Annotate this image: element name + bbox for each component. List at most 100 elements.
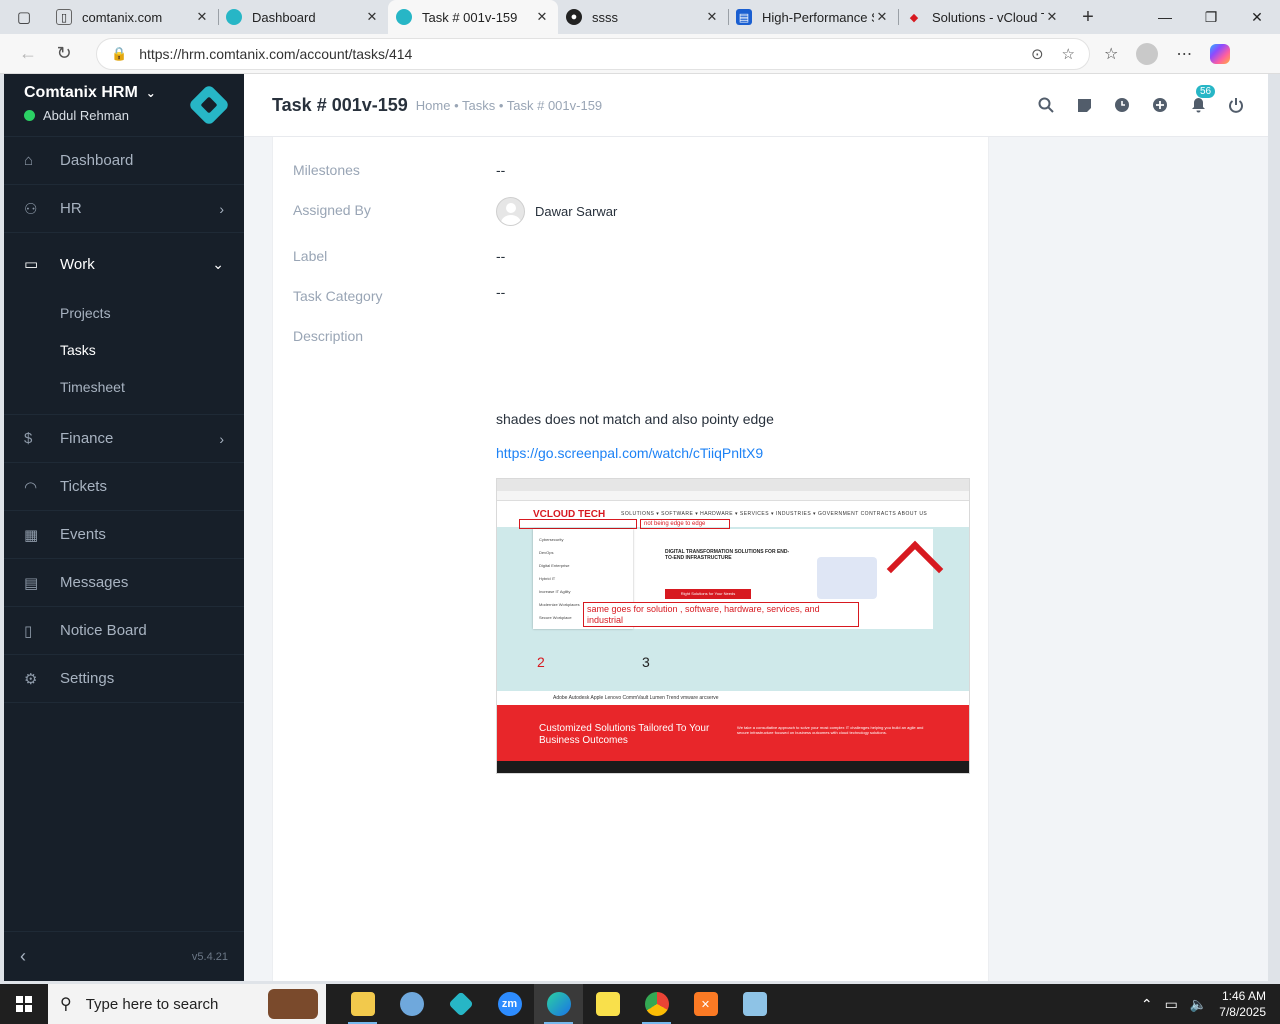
comtanix-icon <box>226 9 242 25</box>
tab-label: Dashboard <box>252 9 316 25</box>
shot-menu-item: DevOps <box>539 550 554 555</box>
chevron-up-icon[interactable]: ⌃ <box>1141 996 1153 1013</box>
shot-stat: 3 <box>642 654 650 670</box>
power-icon[interactable] <box>1228 97 1244 113</box>
shot-banner-text: We take a consultative approach to solve… <box>737 725 924 735</box>
comtanix-icon <box>396 9 412 25</box>
clock[interactable]: 1:46 AM 7/8/2025 <box>1219 988 1266 1020</box>
system-tray: ⌃ ▭ 🔈 1:46 AM 7/8/2025 <box>1141 988 1280 1020</box>
close-icon[interactable]: ✕ <box>534 9 550 25</box>
shot-stat: 2 <box>537 654 545 670</box>
sidebar-item-tickets[interactable]: ◠ Tickets <box>4 463 244 511</box>
url-text: https://hrm.comtanix.com/account/tasks/4… <box>139 45 413 62</box>
close-window-icon[interactable]: ✕ <box>1234 9 1280 26</box>
notification-bell-icon[interactable]: 56 <box>1190 85 1216 113</box>
search-placeholder: Type here to search <box>85 995 219 1013</box>
clock-icon[interactable] <box>1114 97 1130 113</box>
sidebar-subitem-timesheet[interactable]: Timesheet <box>4 369 244 406</box>
sidebar-header: Comtanix HRM ⌄ Abdul Rehman <box>4 74 244 137</box>
add-icon[interactable] <box>1152 97 1168 113</box>
field-label: Assigned By <box>293 202 371 218</box>
sidebar-item-hr[interactable]: ⚇ HR › <box>4 185 244 233</box>
zoom-icon[interactable]: zm <box>485 984 534 1024</box>
assignee-name: Dawar Sarwar <box>535 204 618 219</box>
more-menu-icon[interactable]: ⋯ <box>1176 44 1192 64</box>
address-bar-row: ← ↻ 🔒 https://hrm.comtanix.com/account/t… <box>0 34 1280 74</box>
copilot-icon[interactable] <box>1210 43 1231 64</box>
sticky-note-icon[interactable] <box>1076 97 1092 113</box>
sidebar-item-label: Work <box>60 255 95 273</box>
brand-name: Comtanix HRM <box>24 84 138 101</box>
comtanix-app-icon[interactable] <box>436 984 485 1024</box>
users-icon: ⚇ <box>24 200 38 218</box>
description-screenshot[interactable]: VCLOUD TECH SOLUTIONS ▾ SOFTWARE ▾ HARDW… <box>496 478 970 774</box>
browser-tab[interactable]: ▤ High-Performance S ✕ <box>728 0 898 34</box>
shot-button: Right Solutions for Your Needs <box>665 589 751 599</box>
taskbar-search[interactable]: ⚲ Type here to search <box>48 984 326 1024</box>
breadcrumb[interactable]: Home • Tasks • Task # 001v-159 <box>416 98 602 113</box>
collapse-sidebar-icon[interactable]: ‹ <box>20 946 26 967</box>
tab-actions-icon[interactable]: ▢ <box>0 0 48 34</box>
close-icon[interactable]: ✕ <box>364 9 380 25</box>
briefcase-icon: ▭ <box>24 256 39 273</box>
close-icon[interactable]: ✕ <box>704 9 720 25</box>
back-icon[interactable]: ← <box>10 43 46 64</box>
chevron-down-icon: ⌄ <box>212 255 224 272</box>
reader-icon[interactable]: ⊙ <box>1031 45 1044 63</box>
close-icon[interactable]: ✕ <box>1044 9 1060 25</box>
sidebar-item-work[interactable]: ▭ Work ⌄ <box>4 233 244 295</box>
user-avatar-icon <box>496 197 525 226</box>
shot-annotation-box <box>519 519 637 529</box>
minimize-icon[interactable]: — <box>1142 9 1188 26</box>
sidebar-item-finance[interactable]: $ Finance › <box>4 415 244 463</box>
shot-partner-logos: Adobe Autodesk Apple Lenovo CommVault Lu… <box>497 691 969 705</box>
url-field[interactable]: 🔒 https://hrm.comtanix.com/account/tasks… <box>96 37 1090 70</box>
sidebar-item-settings[interactable]: ⚙ Settings <box>4 655 244 703</box>
network-icon[interactable]: ▭ <box>1165 996 1178 1013</box>
xampp-icon[interactable]: ✕ <box>681 984 730 1024</box>
browser-tab[interactable]: ▯ comtanix.com ✕ <box>48 0 218 34</box>
refresh-icon[interactable]: ↻ <box>46 43 82 64</box>
sidebar-footer: ‹ v5.4.21 <box>4 931 244 981</box>
restore-icon[interactable]: ❐ <box>1188 9 1234 26</box>
profile-avatar-icon[interactable] <box>1136 42 1159 65</box>
field-label: Task Category <box>293 288 383 304</box>
task-details-card: Milestones -- Assigned By Dawar Sarwar L… <box>272 137 989 981</box>
field-label: Description <box>293 328 364 344</box>
browser-tab-active[interactable]: Task # 001v-159 ✕ <box>388 0 558 34</box>
assignee[interactable]: Dawar Sarwar <box>496 197 617 226</box>
start-button[interactable] <box>0 984 48 1024</box>
lock-icon[interactable]: 🔒 <box>111 46 127 62</box>
sidebar-subitem-projects[interactable]: Projects <box>4 295 244 332</box>
new-tab-button[interactable]: + <box>1068 6 1108 29</box>
browser-tab-strip: ▢ ▯ comtanix.com ✕ Dashboard ✕ Task # 00… <box>0 0 1280 34</box>
sidebar-item-messages[interactable]: ▤ Messages <box>4 559 244 607</box>
chrome-icon[interactable] <box>632 984 681 1024</box>
sticky-notes-icon[interactable] <box>583 984 632 1024</box>
favorites-icon[interactable]: ☆ <box>1104 44 1118 64</box>
calendar-icon: ▦ <box>24 526 39 544</box>
browser-tab[interactable]: ◆ Solutions - vCloud T ✕ <box>898 0 1068 34</box>
file-explorer-icon[interactable] <box>338 984 387 1024</box>
close-icon[interactable]: ✕ <box>874 9 890 25</box>
description-link[interactable]: https://go.screenpal.com/watch/cTiiqPnlt… <box>496 445 763 461</box>
search-highlight-image <box>268 989 318 1019</box>
browser-tab[interactable]: Dashboard ✕ <box>218 0 388 34</box>
notification-badge: 56 <box>1196 85 1216 98</box>
shot-annotation-top: not being edge to edge <box>640 519 730 529</box>
sidebar-subitem-tasks[interactable]: Tasks <box>4 332 244 369</box>
sidebar-item-notice-board[interactable]: ▯ Notice Board <box>4 607 244 655</box>
edge-browser-icon[interactable] <box>534 984 583 1024</box>
volume-icon[interactable]: 🔈 <box>1190 996 1207 1013</box>
close-icon[interactable]: ✕ <box>194 9 210 25</box>
notepad-icon[interactable] <box>730 984 779 1024</box>
sidebar-item-dashboard[interactable]: ⌂ Dashboard <box>4 137 244 185</box>
favorite-star-icon[interactable]: ☆ <box>1062 45 1075 63</box>
paint-app-icon[interactable] <box>387 984 436 1024</box>
sidebar-item-events[interactable]: ▦ Events <box>4 511 244 559</box>
chevron-down-icon: ⌄ <box>145 86 156 100</box>
search-icon[interactable] <box>1038 97 1054 113</box>
browser-tab[interactable]: ● ssss ✕ <box>558 0 728 34</box>
shot-menu-item: Increase IT Agility <box>539 589 571 594</box>
chevron-right-icon: › <box>219 430 224 447</box>
